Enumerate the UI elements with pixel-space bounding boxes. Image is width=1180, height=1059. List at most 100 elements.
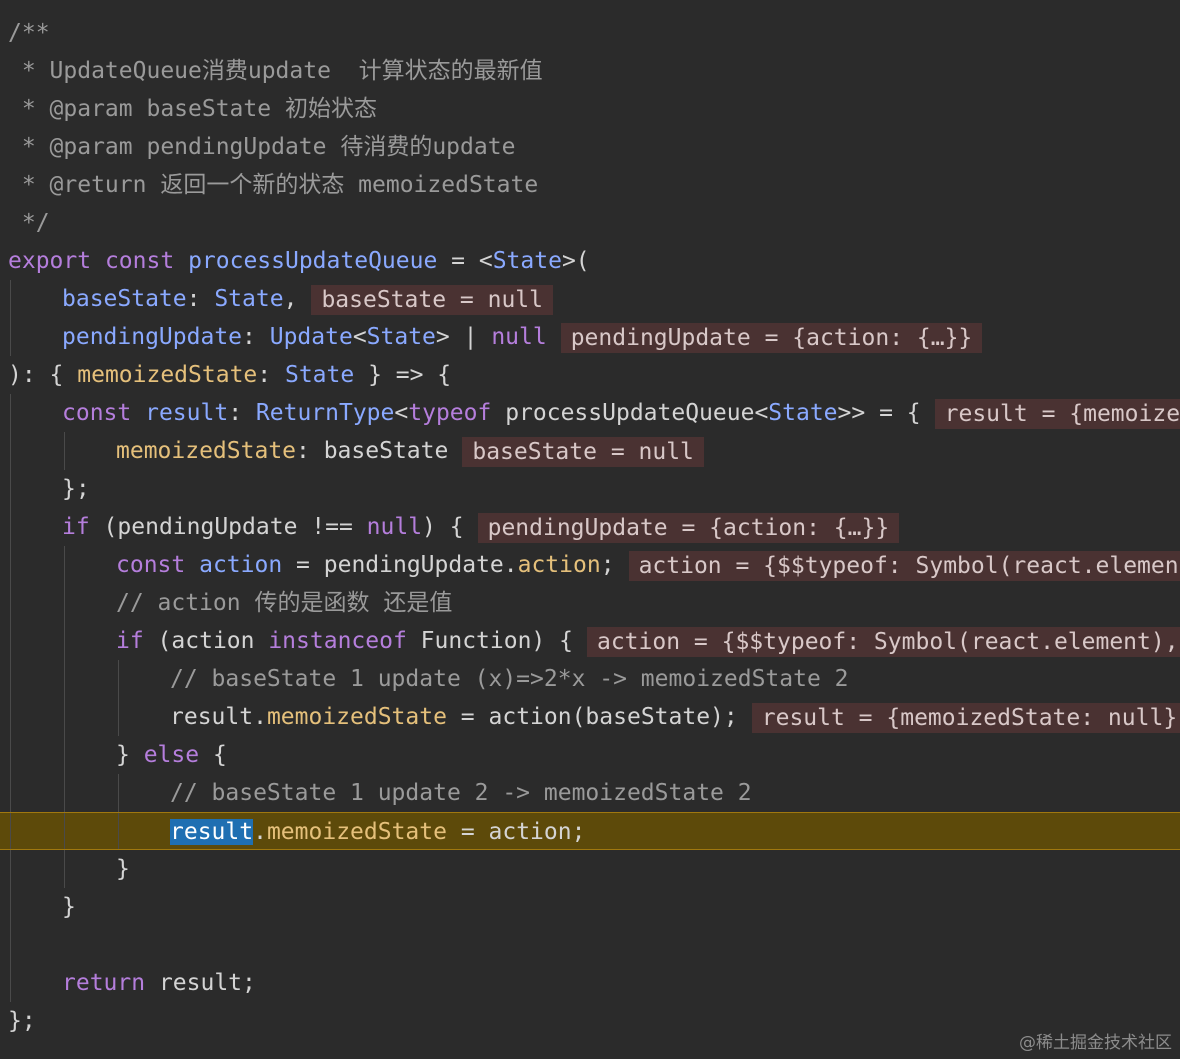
code-line[interactable]: }; [0,1002,1180,1040]
code-line[interactable]: /** [0,14,1180,52]
code-line[interactable]: const result: ReturnType<typeof processU… [0,394,1180,432]
code-text: ): { memoizedState: State } => { [8,356,451,394]
code-token: < [394,400,409,426]
code-line[interactable]: // baseState 1 update (x)=>2*x -> memoiz… [0,660,1180,698]
code-token: null [366,514,423,540]
code-token: if [116,628,144,654]
code-token: Update [269,324,353,350]
code-token: = action(baseState); [446,704,738,730]
indent-guide [118,698,119,736]
code-token: } => { [354,362,452,388]
code-token: : [257,362,285,388]
code-token: export [8,248,92,274]
code-text: const action = pendingUpdate.action; acti… [116,546,1180,584]
code-text: // baseState 1 update 2 -> memoizedState… [170,774,752,812]
code-line[interactable]: result.memoizedState = action(baseState)… [0,698,1180,736]
code-token: , [283,286,298,312]
indent-guide [64,546,65,584]
code-token: ; [600,552,615,578]
code-text: }; [8,1002,36,1040]
indent-guide [10,280,11,318]
code-token: // baseState 1 update (x)=>2*x -> memoiz… [170,666,849,692]
code-line[interactable]: // action 传的是函数 还是值 [0,584,1180,622]
code-line[interactable]: } [0,850,1180,888]
code-line[interactable] [0,926,1180,964]
code-line[interactable]: memoizedState: baseState baseState = null [0,432,1180,470]
code-token: State [768,400,838,426]
indent-guide [10,926,11,964]
code-line[interactable]: * @param pendingUpdate 待消费的update [0,128,1180,166]
code-line[interactable]: * @return 返回一个新的状态 memoizedState [0,166,1180,204]
code-line[interactable]: pendingUpdate: Update<State> | null pendi… [0,318,1180,356]
code-text: return result; [62,964,256,1002]
code-line[interactable]: // baseState 1 update 2 -> memoizedState… [0,774,1180,812]
code-line[interactable]: */ [0,204,1180,242]
code-editor[interactable]: /** * UpdateQueue消费update 计算状态的最新值 * @pa… [0,0,1180,1059]
indent-guide [10,318,11,356]
code-text: } [62,888,76,926]
code-text: result.memoizedState = action; [170,813,585,849]
code-line[interactable]: * UpdateQueue消费update 计算状态的最新值 [0,52,1180,90]
code-token: Function) { [406,628,573,654]
code-token: null [491,324,547,350]
code-token: */ [8,210,50,236]
code-text: result.memoizedState = action(baseState)… [170,698,1180,736]
code-line[interactable]: if (action instanceof Function) {action … [0,622,1180,660]
indent-guide [10,584,11,622]
code-token: pendingUpdate [62,324,243,350]
code-token: /** [8,20,50,46]
code-token: } [116,856,130,882]
debug-inline-value-hint: result = {memoizedState: null} [934,398,1180,429]
code-text: * @param baseState 初始状态 [8,90,377,128]
indent-guide [10,774,11,812]
indent-guide [10,622,11,660]
code-token: < [352,324,367,350]
code-token: memoizedState [266,819,447,845]
code-text: if (action instanceof Function) {action … [116,622,1180,660]
code-text: } [116,850,130,888]
indent-guide [64,813,65,849]
code-token: if [62,514,90,540]
debug-inline-value-hint: pendingUpdate = {action: {…}} [477,512,900,543]
code-line[interactable]: baseState: State, baseState = null [0,280,1180,318]
code-line[interactable]: export const processUpdateQueue = <State… [0,242,1180,280]
code-token: (pendingUpdate !== [89,514,367,540]
indent-guide [10,813,11,849]
code-line[interactable]: }; [0,470,1180,508]
code-token: . [253,819,267,845]
indent-guide [10,432,11,470]
code-token: > | [435,324,492,350]
code-line[interactable]: ): { memoizedState: State } => { [0,356,1180,394]
code-line[interactable]: } [0,888,1180,926]
code-line[interactable]: const action = pendingUpdate.action; acti… [0,546,1180,584]
code-line[interactable]: } else { [0,736,1180,774]
indent-guide [10,546,11,584]
code-text: * @return 返回一个新的状态 memoizedState [8,166,538,204]
code-token: } [62,894,76,920]
indent-guide [118,774,119,812]
indent-guide [64,736,65,774]
debug-inline-value-hint: action = {$$typeof: Symbol(react.element… [628,550,1180,581]
indent-guide [10,850,11,888]
code-token: * @param baseState 初始状态 [8,96,377,122]
code-line[interactable]: * @param baseState 初始状态 [0,90,1180,128]
current-code-line[interactable]: result.memoizedState = action; [0,812,1180,850]
code-line[interactable]: if (pendingUpdate !== null) {pendingUpda… [0,508,1180,546]
code-text: export const processUpdateQueue = <State… [8,242,590,280]
watermark: @稀土掘金技术社区 [1019,1033,1172,1053]
code-token: // baseState 1 update 2 -> memoizedState… [170,780,752,806]
code-token: }; [62,476,90,502]
indent-guide [64,774,65,812]
indent-guide [64,432,65,470]
indent-guide [118,660,119,698]
indent-guide [10,470,11,508]
code-token: * UpdateQueue消费update 计算状态的最新值 [8,58,543,84]
debug-inline-value-hint: baseState = null [311,284,553,315]
code-token: >( [561,248,590,274]
code-token: processUpdateQueue [188,248,438,274]
code-token: memoizedState [266,704,447,730]
code-token: baseState [62,286,187,312]
code-line[interactable]: return result; [0,964,1180,1002]
